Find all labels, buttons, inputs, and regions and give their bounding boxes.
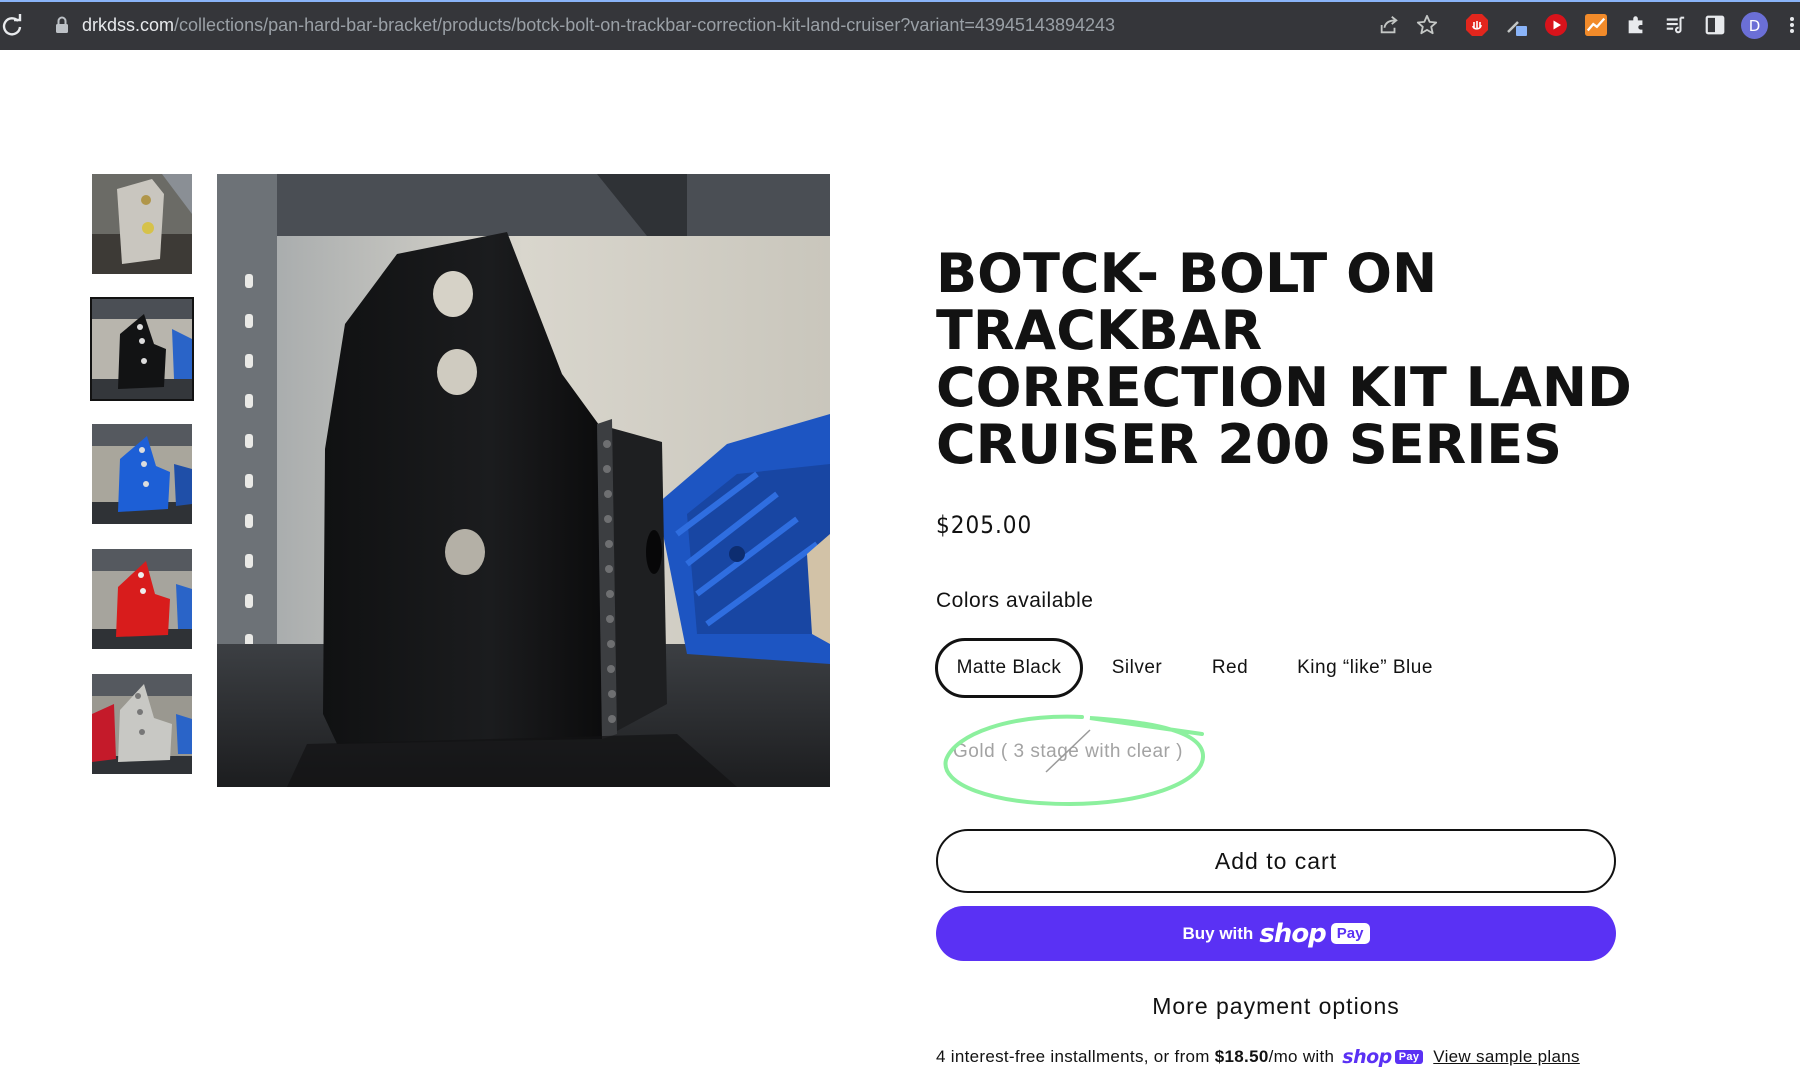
url-domain: drkdss.com xyxy=(82,15,175,35)
color-option-king-like-blue[interactable]: King “like” Blue xyxy=(1290,638,1440,698)
share-icon[interactable] xyxy=(1376,12,1402,38)
product-price: $205.00 xyxy=(936,511,1033,539)
pay-badge: Pay xyxy=(1330,923,1370,944)
view-sample-plans-link[interactable]: View sample plans xyxy=(1433,1047,1580,1067)
address-bar[interactable]: drkdss.com/collections/pan-hard-bar-brac… xyxy=(82,14,1115,36)
color-option-matte-black[interactable]: Matte Black xyxy=(935,638,1083,698)
add-to-cart-button[interactable]: Add to cart xyxy=(936,829,1616,893)
installments-prefix: 4 interest-free installments, or from xyxy=(936,1047,1210,1066)
reload-icon[interactable] xyxy=(0,13,24,37)
kebab-menu-icon[interactable] xyxy=(1785,12,1800,38)
star-icon[interactable] xyxy=(1414,12,1440,38)
shop-pay-logo: shop xyxy=(1259,918,1326,949)
more-payment-options-link[interactable]: More payment options xyxy=(936,993,1616,1020)
shop-pay-logo-small: shop xyxy=(1342,1046,1392,1068)
thumbnail-black-bracket[interactable] xyxy=(90,297,194,401)
pay-badge-small: Pay xyxy=(1394,1050,1424,1064)
installments-banner: 4 interest-free installments, or from $1… xyxy=(936,1046,1580,1068)
adblock-icon[interactable] xyxy=(1464,12,1490,38)
thumbnail-silver-bracket[interactable] xyxy=(92,174,192,274)
eyedropper-icon[interactable] xyxy=(1504,12,1530,38)
reading-list-icon[interactable] xyxy=(1662,12,1688,38)
buy-with-shop-pay-button[interactable]: Buy with shop Pay xyxy=(936,906,1616,961)
buy-with-label: Buy with xyxy=(1182,923,1254,943)
chart-icon[interactable] xyxy=(1583,12,1609,38)
thumbnail-red-bracket[interactable] xyxy=(92,549,192,649)
youtube-icon[interactable] xyxy=(1543,12,1569,38)
thumbnail-silver-red-bracket[interactable] xyxy=(92,674,192,774)
installments-amount: $18.50 xyxy=(1214,1047,1269,1066)
browser-toolbar: drkdss.com/collections/pan-hard-bar-brac… xyxy=(0,0,1800,50)
colors-label: Colors available xyxy=(936,589,1094,612)
lock-icon[interactable] xyxy=(55,16,69,34)
puzzle-icon[interactable] xyxy=(1623,12,1649,38)
profile-avatar[interactable]: D xyxy=(1741,12,1768,39)
color-option-red[interactable]: Red xyxy=(1198,638,1262,698)
main-product-image[interactable] xyxy=(217,174,830,787)
installments-suffix: /mo with xyxy=(1268,1047,1335,1066)
side-panel-icon[interactable] xyxy=(1702,12,1728,38)
product-title: BOTCK- BOLT ON TRACKBAR CORRECTION KIT L… xyxy=(936,242,1632,476)
sold-out-strikethrough xyxy=(1045,729,1091,773)
url-path: /collections/pan-hard-bar-bracket/produc… xyxy=(174,15,1116,35)
tab-strip-edge xyxy=(0,0,1800,2)
color-option-silver[interactable]: Silver xyxy=(1096,638,1178,698)
thumbnail-blue-bracket[interactable] xyxy=(92,424,192,524)
